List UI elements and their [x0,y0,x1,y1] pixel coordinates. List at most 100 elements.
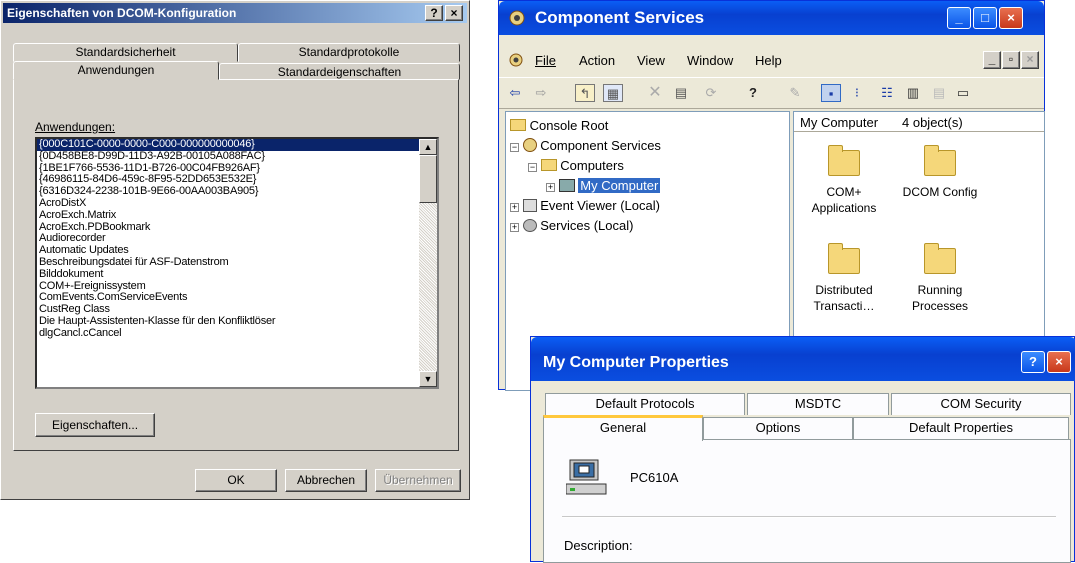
dialog-title: Eigenschaften von DCOM-Konfiguration [3,3,467,23]
tab-general[interactable]: General [543,415,703,441]
expand-icon[interactable]: + [546,183,555,192]
details-view-icon[interactable]: ▥ [903,84,923,102]
tab-com-security[interactable]: COM Security [891,393,1071,415]
status-view-icon[interactable]: ▤ [929,84,949,102]
list-item[interactable]: Bilddokument [37,268,419,281]
list-item[interactable]: AcroDistX [37,197,419,210]
tree-component-services[interactable]: − Component Services [510,138,661,153]
forward-arrow-icon[interactable]: ⇨ [531,84,551,102]
help-icon[interactable]: ? [743,84,763,102]
dialog-title: My Computer Properties [531,337,1075,381]
item-running-processes[interactable]: Running Processes [890,282,990,314]
up-folder-icon[interactable]: ↰ [575,84,595,102]
properties-icon[interactable]: ▤ [671,84,691,102]
help-button[interactable]: ? [425,5,443,21]
menu-window[interactable]: Window [687,53,733,68]
expand-icon[interactable]: + [510,223,519,232]
item-dcom-config[interactable]: DCOM Config [890,184,990,200]
tab-standardsicherheit[interactable]: Standardsicherheit [13,43,238,62]
tree-console-root[interactable]: Console Root [510,118,608,133]
computer-name: PC610A [630,470,679,485]
tab-default-protocols[interactable]: Default Protocols [545,393,745,415]
list-item[interactable]: dlgCancl.cCancel [37,327,419,340]
tree-label-selected: My Computer [578,178,661,193]
tab-anwendungen[interactable]: Anwendungen [13,61,219,80]
menu-action[interactable]: Action [579,53,615,68]
help-button[interactable]: ? [1021,351,1045,373]
tree-label: Component Services [540,138,661,153]
event-viewer-icon [522,199,537,212]
back-arrow-icon[interactable]: ⇦ [505,84,525,102]
folder-icon [540,159,557,171]
delete-icon[interactable]: ✕ [645,84,665,102]
close-button[interactable]: × [999,7,1023,29]
header-name: My Computer [800,115,879,130]
list-item[interactable]: {0D458BE8-D99D-11D3-A92B-00105A088FAC} [37,150,419,163]
properties-button-label: Eigenschaften... [51,418,139,432]
tab-standardprotokolle[interactable]: Standardprotokolle [238,43,460,62]
tree-computers[interactable]: − Computers [528,158,624,173]
header-count: 4 object(s) [902,115,963,130]
menu-file[interactable]: File [535,53,556,68]
child-restore-button[interactable]: ▫ [1002,51,1020,69]
computer-icon [558,179,575,192]
dcom-config-dialog: Eigenschaften von DCOM-Konfiguration ? ×… [0,0,470,500]
collapse-icon[interactable]: − [510,143,519,152]
folder-icon[interactable] [924,243,956,274]
refresh-icon[interactable]: ⟳ [701,84,721,102]
tree-services[interactable]: + Services (Local) [510,218,633,233]
scroll-up-arrow-icon[interactable]: ▲ [419,139,437,155]
services-gear-icon [522,219,537,232]
collapse-icon[interactable]: − [528,163,537,172]
folder-icon[interactable] [924,145,956,176]
menu-view[interactable]: View [637,53,665,68]
my-computer-properties-dialog: My Computer Properties ? × Default Proto… [530,336,1075,563]
scrollbar-thumb[interactable] [419,155,437,203]
component-services-icon [522,138,537,152]
minimize-button[interactable]: _ [947,7,971,29]
new-icon[interactable]: ✎ [785,84,805,102]
folder-icon[interactable] [828,243,860,274]
tree-event-viewer[interactable]: + Event Viewer (Local) [510,198,660,213]
large-icons-view-icon[interactable]: ▪ [821,84,841,102]
expand-icon[interactable]: + [510,203,519,212]
result-header: My Computer 4 object(s) [794,112,1044,132]
scroll-down-arrow-icon[interactable]: ▼ [419,371,437,387]
tab-standardeigenschaften[interactable]: Standardeigenschaften [219,63,460,80]
tree-my-computer[interactable]: + My Computer [546,178,661,193]
description-label: Description: [564,538,633,553]
close-button[interactable]: × [445,5,463,21]
list-item[interactable]: {6316D324-2238-101B-9E66-00AA003BA905} [37,185,419,198]
close-button[interactable]: × [1047,351,1071,373]
show-tree-icon[interactable]: ▦ [603,84,623,102]
toolbar: ⇦ ⇨ ↰ ▦ ✕ ▤ ⟳ ? ✎ ▪ ⁝ ☷ ▥ ▤ ▭ [499,77,1044,109]
item-com-applications[interactable]: COM+ Applications [796,184,892,216]
list-view-icon[interactable]: ☷ [877,84,897,102]
separator [562,516,1056,517]
apply-button[interactable]: Übernehmen [375,469,461,492]
applications-listbox[interactable]: {000C101C-0000-0000-C000-000000000046} {0… [35,137,439,389]
item-distributed-transaction[interactable]: Distributed Transacti… [796,282,892,314]
tab-default-properties[interactable]: Default Properties [853,417,1069,439]
small-icons-view-icon[interactable]: ⁝ [847,84,867,102]
list-label: Anwendungen: [35,120,116,134]
app-menu-icon[interactable] [507,52,525,68]
cancel-button[interactable]: Abbrechen [285,469,367,492]
child-minimize-button[interactable]: _ [983,51,1001,69]
menu-help[interactable]: Help [755,53,782,68]
component-services-icon [507,9,527,27]
tab-options[interactable]: Options [703,417,853,439]
vertical-scrollbar[interactable]: ▲ ▼ [419,139,437,387]
list-item[interactable]: AcroExch.Matrix [37,209,419,222]
list-item[interactable]: Die Haupt-Assistenten-Klasse für den Kon… [37,315,419,328]
child-close-button[interactable]: × [1021,51,1039,69]
maximize-button[interactable]: □ [973,7,997,29]
tree-label: Services (Local) [540,218,634,233]
tab-msdtc[interactable]: MSDTC [747,393,889,415]
properties-button[interactable]: Eigenschaften... [35,413,155,437]
computer-icon[interactable]: ▭ [953,84,973,102]
ok-button[interactable]: OK [195,469,277,492]
folder-icon[interactable] [828,145,860,176]
tree-label: Event Viewer (Local) [540,198,660,213]
list-item[interactable]: Beschreibungsdatei für ASF-Datenstrom [37,256,419,269]
